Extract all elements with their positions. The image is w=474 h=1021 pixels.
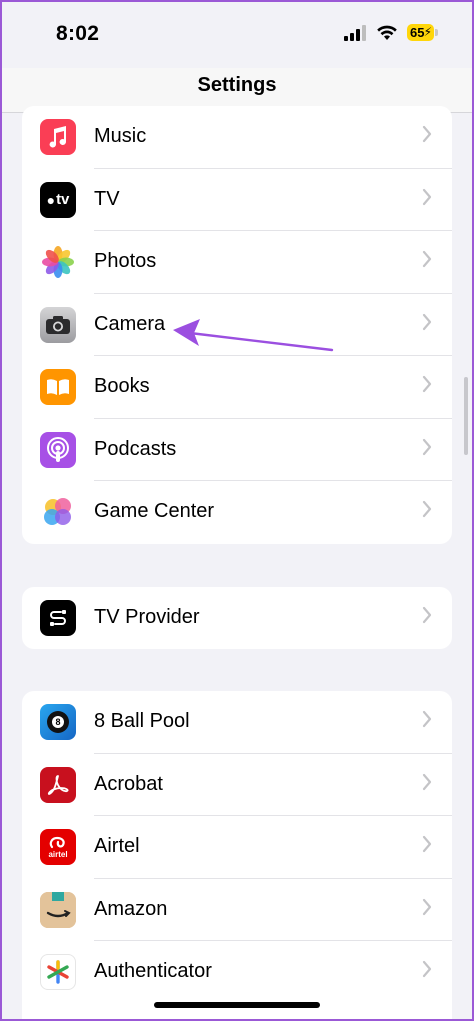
chevron-right-icon	[422, 835, 432, 853]
8-ball-pool-icon-text: 8	[52, 716, 64, 728]
chevron-right-icon	[422, 313, 432, 330]
authenticator-icon	[40, 954, 76, 990]
settings-row-authenticator[interactable]: Authenticator	[22, 941, 452, 1004]
music-icon	[40, 119, 76, 155]
settings-group-tv-provider: TV Provider	[22, 587, 452, 649]
home-indicator[interactable]	[154, 1002, 320, 1008]
settings-row-tv[interactable]: ● tv TV	[22, 169, 452, 231]
8-ball-pool-icon: 8	[40, 704, 76, 740]
settings-row-label: Airtel	[94, 835, 140, 857]
amazon-icon	[40, 891, 76, 928]
settings-row-label: Game Center	[94, 500, 215, 522]
chevron-right-icon	[422, 710, 432, 728]
chevron-right-icon	[422, 773, 432, 790]
settings-row-label: TV Provider	[94, 606, 200, 628]
airtel-icon-text: airtel	[48, 849, 68, 859]
settings-row-airtel[interactable]: airtel Airtel	[22, 816, 452, 879]
cellular-signal-icon	[344, 25, 368, 41]
apple-tv-icon: ● tv	[40, 181, 76, 218]
status-bar: 8:02 65 ⚡	[0, 0, 474, 68]
settings-row-music[interactable]: Music	[22, 106, 452, 169]
chevron-right-icon	[422, 250, 432, 268]
settings-row-label: Music	[94, 125, 147, 147]
settings-row-label: Camera	[94, 312, 166, 335]
status-time: 8:02	[56, 22, 100, 45]
settings-row-label: TV	[94, 187, 120, 210]
wifi-icon	[377, 25, 397, 40]
tv-provider-icon	[40, 600, 76, 636]
battery-level: 65	[410, 25, 425, 40]
settings-row-label: Podcasts	[94, 437, 177, 460]
camera-icon	[40, 306, 76, 343]
battery-tip	[435, 29, 438, 36]
chevron-right-icon	[422, 500, 432, 518]
chevron-right-icon	[422, 960, 432, 978]
settings-row-label: Authenticator	[94, 960, 212, 982]
charging-bolt-icon: ⚡	[423, 25, 432, 39]
settings-row-books[interactable]: Books	[22, 356, 452, 419]
chevron-right-icon	[422, 375, 432, 393]
settings-row-amazon[interactable]: Amazon	[22, 879, 452, 941]
page-title: Settings	[197, 74, 277, 96]
battery-icon: 65 ⚡	[407, 24, 434, 41]
settings-row-label: Books	[94, 375, 150, 397]
apple-tv-icon-text: tv	[56, 191, 70, 208]
annotation-arrow-icon	[173, 319, 334, 352]
settings-group-apps: 8 8 Ball Pool Acrobat airtel Airtel Amaz…	[22, 691, 452, 1021]
settings-row-label: Amazon	[94, 897, 168, 920]
settings-row-podcasts[interactable]: Podcasts	[22, 419, 452, 481]
settings-row-acrobat[interactable]: Acrobat	[22, 754, 452, 816]
settings-row-label: 8 Ball Pool	[94, 710, 190, 732]
settings-row-tv-provider[interactable]: TV Provider	[22, 587, 452, 649]
airtel-icon: airtel	[40, 829, 76, 865]
settings-row-label: Photos	[94, 250, 157, 272]
acrobat-icon	[40, 766, 76, 803]
settings-row-8-ball-pool[interactable]: 8 8 Ball Pool	[22, 691, 452, 754]
chevron-right-icon	[422, 188, 432, 205]
settings-row-label: Acrobat	[94, 772, 163, 795]
chevron-right-icon	[422, 898, 432, 915]
photos-icon	[40, 244, 76, 280]
settings-row-photos[interactable]: Photos	[22, 231, 452, 294]
podcasts-icon	[40, 431, 76, 468]
books-icon	[40, 369, 76, 405]
game-center-icon	[40, 494, 76, 530]
settings-row-game-center[interactable]: Game Center	[22, 481, 452, 544]
chevron-right-icon	[422, 606, 432, 624]
scroll-indicator[interactable]	[464, 377, 468, 455]
chevron-right-icon	[422, 438, 432, 455]
chevron-right-icon	[422, 125, 432, 143]
